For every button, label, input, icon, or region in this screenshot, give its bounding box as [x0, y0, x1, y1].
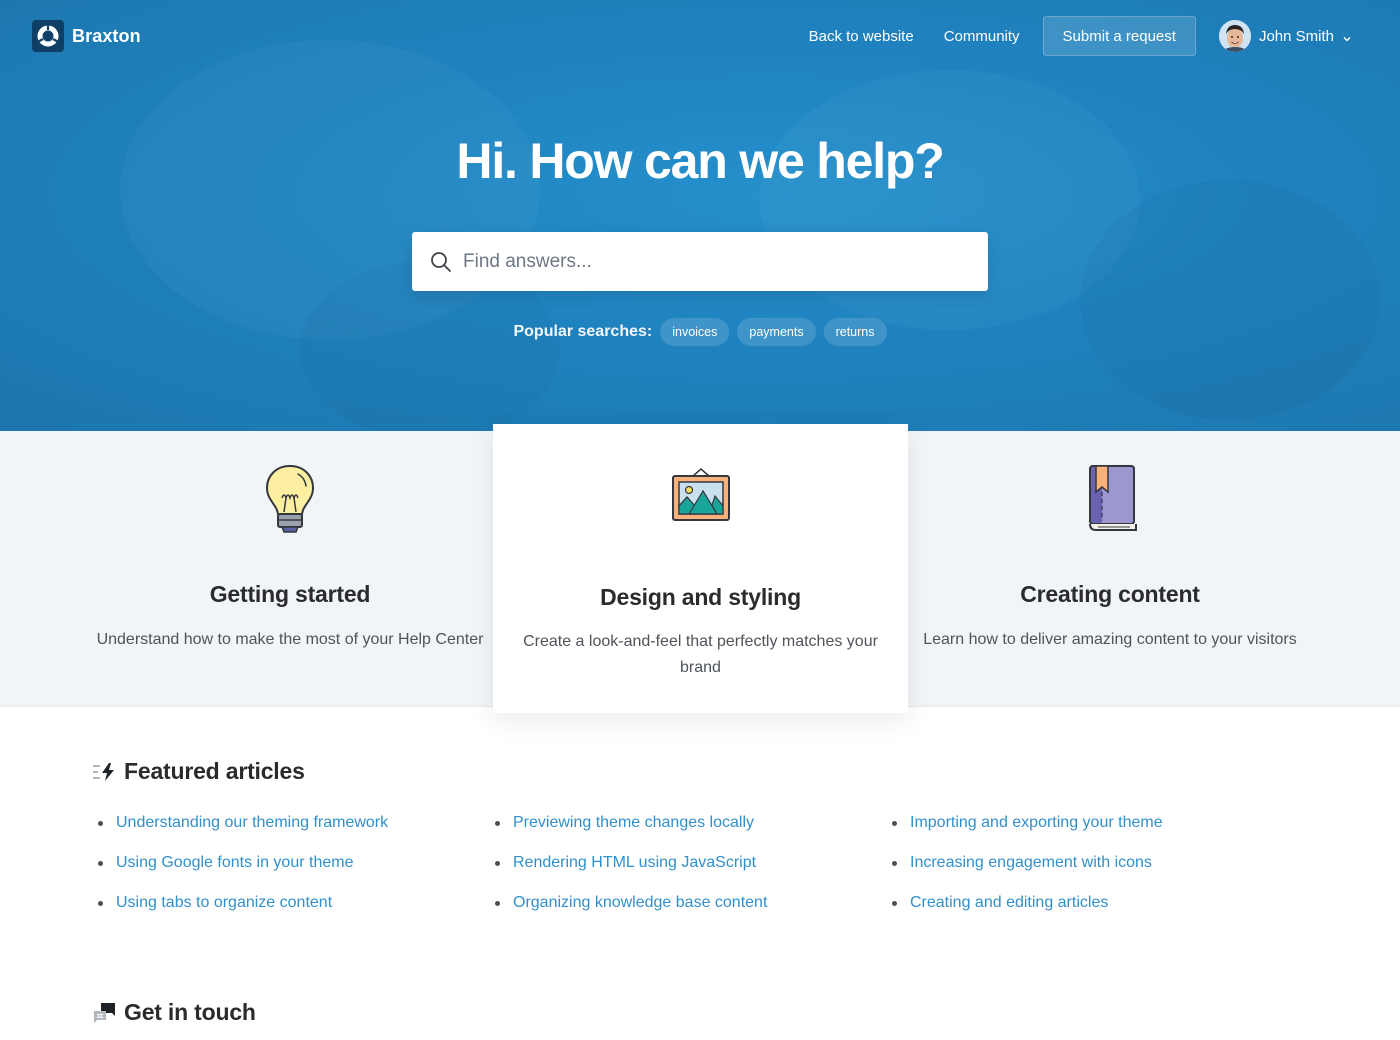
submit-request-button[interactable]: Submit a request [1042, 16, 1196, 56]
popular-searches-label: Popular searches: [513, 323, 653, 340]
search-input[interactable] [463, 250, 963, 273]
featured-articles-column: Importing and exporting your theme Incre… [887, 811, 1163, 931]
list-item: Organizing knowledge base content [490, 891, 767, 931]
list-item: Increasing engagement with icons [887, 851, 1163, 891]
hero-background-shape [1080, 180, 1380, 420]
search-icon [430, 251, 452, 273]
list-item: Using Google fonts in your theme [93, 851, 388, 891]
search-box [412, 232, 988, 291]
category-getting-started[interactable]: Getting started Understand how to make t… [95, 462, 485, 652]
article-link[interactable]: Creating and editing articles [910, 891, 1108, 915]
article-link[interactable]: Increasing engagement with icons [910, 851, 1152, 875]
list-item: Previewing theme changes locally [490, 811, 767, 851]
section-title: Get in touch [124, 999, 256, 1025]
user-menu[interactable]: John Smith [1218, 20, 1352, 52]
article-link[interactable]: Using tabs to organize content [116, 891, 332, 915]
book-icon [1078, 462, 1142, 534]
hero-title: Hi. How can we help? [456, 133, 944, 189]
article-link[interactable]: Rendering HTML using JavaScript [513, 851, 756, 875]
article-link[interactable]: Using Google fonts in your theme [116, 851, 353, 875]
framed-picture-icon [669, 464, 733, 536]
hero-banner: Braxton Back to website Community Submit… [0, 0, 1400, 431]
list-item: Creating and editing articles [887, 891, 1163, 931]
lightning-icon [93, 762, 116, 782]
category-design-and-styling[interactable]: Design and styling Create a look-and-fee… [493, 424, 908, 713]
category-title: Design and styling [600, 584, 801, 610]
back-to-website-link[interactable]: Back to website [809, 28, 914, 45]
category-title: Creating content [1020, 581, 1200, 607]
lightbulb-icon [258, 462, 322, 534]
list-item: Understanding our theming framework [93, 811, 388, 851]
community-link[interactable]: Community [944, 28, 1020, 45]
popular-search-chip[interactable]: invoices [660, 318, 730, 346]
section-title: Featured articles [124, 758, 305, 784]
chevron-down-icon [1342, 31, 1352, 42]
category-title: Getting started [209, 581, 371, 607]
article-link[interactable]: Understanding our theming framework [116, 811, 388, 835]
top-navigation: Back to website Community Submit a reque… [809, 16, 1352, 56]
get-in-touch-heading: Get in touch [93, 999, 256, 1026]
article-link[interactable]: Organizing knowledge base content [513, 891, 767, 915]
featured-articles-column: Previewing theme changes locally Renderi… [490, 811, 767, 931]
popular-search-chip[interactable]: returns [823, 318, 887, 346]
popular-searches: Popular searches: invoices payments retu… [0, 318, 1400, 346]
article-link[interactable]: Importing and exporting your theme [910, 811, 1163, 835]
category-creating-content[interactable]: Creating content Learn how to deliver am… [915, 462, 1305, 652]
user-name: John Smith [1258, 27, 1334, 45]
brand-home-link[interactable]: Braxton [32, 20, 141, 52]
category-description: Learn how to deliver amazing content to … [923, 631, 1297, 648]
popular-search-chip[interactable]: payments [737, 318, 816, 346]
featured-articles-heading: Featured articles [93, 758, 305, 785]
brand-name: Braxton [72, 25, 141, 46]
avatar [1218, 20, 1251, 52]
article-link[interactable]: Previewing theme changes locally [513, 811, 754, 835]
category-description: Create a look-and-feel that perfectly ma… [523, 633, 878, 676]
braxton-logo-icon [32, 20, 64, 52]
list-item: Rendering HTML using JavaScript [490, 851, 767, 891]
category-description: Understand how to make the most of your … [96, 631, 484, 648]
featured-articles-column: Understanding our theming framework Usin… [93, 811, 388, 931]
list-item: Using tabs to organize content [93, 891, 388, 931]
chat-bubbles-icon [93, 1002, 116, 1023]
list-item: Importing and exporting your theme [887, 811, 1163, 851]
